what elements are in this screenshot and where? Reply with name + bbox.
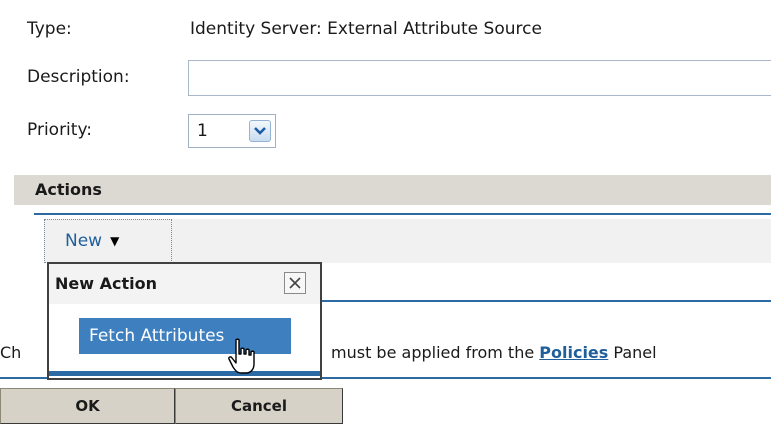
actions-section-title: Actions (35, 180, 102, 199)
menu-item-label: Fetch Attributes (89, 326, 225, 346)
menu-item-fetch-attributes[interactable]: Fetch Attributes (79, 318, 291, 354)
priority-select[interactable]: 1 (188, 114, 276, 148)
hand-pointer-icon (228, 338, 255, 374)
ok-button-label: OK (75, 397, 100, 415)
actions-list-divider (322, 300, 771, 302)
caret-down-icon: ▼ (110, 234, 120, 248)
actions-top-divider (34, 213, 771, 215)
type-label: Type: (27, 19, 72, 39)
ok-button[interactable]: OK (0, 388, 175, 424)
description-label: Description: (27, 67, 130, 87)
type-value: Identity Server: External Attribute Sour… (190, 19, 542, 39)
popup-bottom-bar (49, 371, 320, 376)
note-text: must be applied from the (331, 343, 540, 362)
policy-note: must be applied from the Policies Panel (331, 343, 657, 362)
policies-link[interactable]: Policies (539, 343, 608, 362)
popup-title: New Action (55, 274, 157, 293)
priority-value: 1 (197, 121, 208, 141)
new-button-label: New (65, 231, 103, 251)
new-button[interactable]: New ▼ (44, 219, 172, 263)
chevron-down-icon[interactable] (249, 120, 271, 142)
cancel-button[interactable]: Cancel (175, 388, 343, 424)
priority-label: Priority: (27, 120, 92, 140)
note-suffix: Panel (608, 343, 657, 362)
actions-section-bar (14, 175, 771, 205)
close-icon[interactable] (284, 272, 306, 294)
new-action-popup: New Action Fetch Attributes (47, 262, 322, 380)
cancel-button-label: Cancel (230, 397, 287, 415)
description-field[interactable] (188, 60, 771, 96)
note-prefix: Ch (0, 343, 22, 362)
